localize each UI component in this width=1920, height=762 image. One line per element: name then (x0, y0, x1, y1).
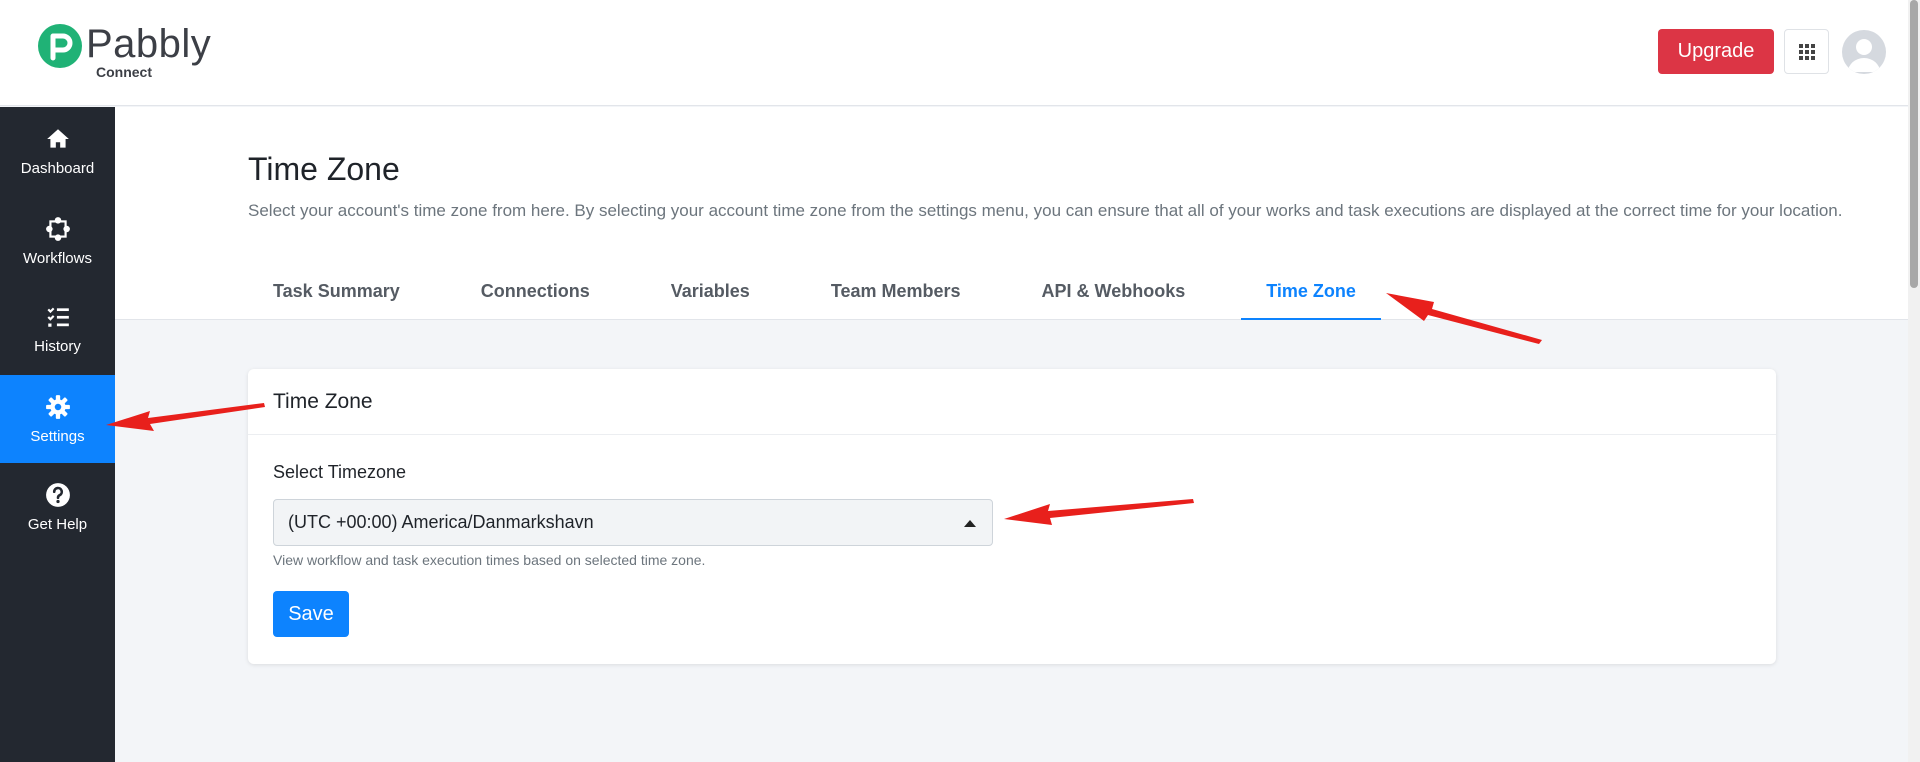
apps-menu-button[interactable] (1784, 29, 1829, 74)
workflow-icon (45, 216, 70, 241)
card-header: Time Zone (248, 369, 1776, 435)
question-icon (45, 482, 70, 507)
page-scrollbar[interactable] (1908, 0, 1920, 762)
upgrade-button[interactable]: Upgrade (1658, 29, 1774, 74)
sidebar: Dashboard Workflows History Settings Get… (0, 107, 115, 762)
sidebar-item-history[interactable]: History (0, 285, 115, 373)
caret-up-icon (964, 520, 976, 527)
settings-tabs: Task Summary Connections Variables Team … (248, 262, 1412, 320)
tab-task-summary[interactable]: Task Summary (248, 262, 425, 320)
arrow-to-settings-icon (106, 403, 265, 431)
timezone-label: Select Timezone (273, 462, 407, 482)
home-icon (46, 128, 69, 148)
tab-api-webhooks[interactable]: API & Webhooks (1017, 262, 1211, 320)
timezone-select[interactable]: (UTC +00:00) America/Danmarkshavn (273, 499, 993, 546)
sidebar-item-settings[interactable]: Settings (0, 375, 115, 463)
top-header: Pabbly Connect Upgrade (0, 0, 1908, 106)
sidebar-item-workflows[interactable]: Workflows (0, 197, 115, 285)
logo-text: Pabbly Connect (86, 22, 212, 80)
pabbly-logo[interactable]: Pabbly Connect (36, 22, 211, 82)
logo-sub: Connect (96, 64, 152, 80)
page-header-section: Time Zone Select your account's time zon… (115, 107, 1908, 320)
tab-team-members[interactable]: Team Members (806, 262, 986, 320)
tab-connections[interactable]: Connections (456, 262, 615, 320)
gear-icon (45, 394, 70, 419)
page-description: Select your account's time zone from her… (248, 201, 1843, 220)
sidebar-item-label: Workflows (23, 249, 92, 267)
sidebar-item-dashboard[interactable]: Dashboard (0, 107, 115, 195)
sidebar-item-get-help[interactable]: Get Help (0, 463, 115, 551)
sidebar-item-label: Get Help (27, 515, 88, 533)
timezone-select-value: (UTC +00:00) America/Danmarkshavn (288, 512, 594, 532)
sidebar-item-label: History (34, 337, 81, 355)
timezone-help-text: View workflow and task execution times b… (273, 552, 706, 568)
user-avatar-icon[interactable] (1842, 30, 1886, 74)
page-title: Time Zone (248, 151, 400, 187)
pabbly-logo-icon (36, 22, 84, 70)
tab-variables[interactable]: Variables (646, 262, 775, 320)
tab-time-zone[interactable]: Time Zone (1241, 262, 1381, 320)
logo-word: Pabbly (86, 22, 212, 66)
checklist-icon (46, 307, 69, 327)
sidebar-item-label: Settings (30, 427, 85, 445)
scrollbar-thumb[interactable] (1910, 0, 1918, 288)
grid-icon (1798, 43, 1815, 60)
card-title: Time Zone (273, 389, 373, 413)
save-button[interactable]: Save (273, 591, 349, 637)
time-zone-card: Time Zone Select Timezone (UTC +00:00) A… (248, 369, 1776, 664)
sidebar-item-label: Dashboard (20, 159, 95, 177)
